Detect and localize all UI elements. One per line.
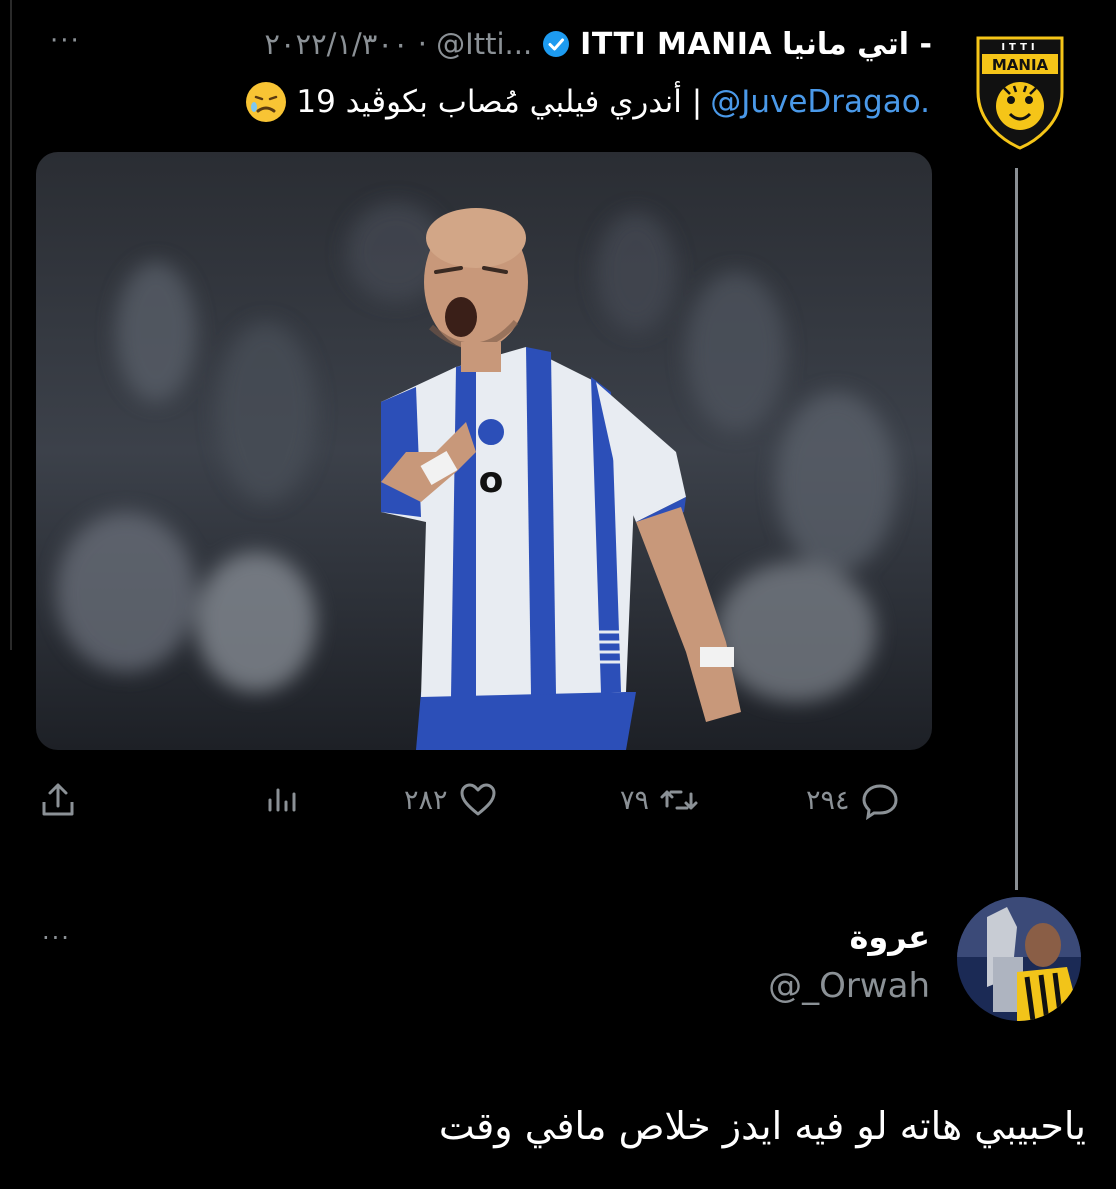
author-name-arabic[interactable]: اتي مانيا -: [782, 27, 932, 62]
like-count: ٢٨٢: [404, 784, 448, 816]
retweet-icon: [660, 790, 698, 810]
share-action[interactable]: [38, 778, 78, 822]
reply-count: ٢٩٤: [806, 784, 850, 816]
worried-face-emoji-icon: [246, 82, 287, 122]
itti-mania-avatar[interactable]: ITTI MANIA: [974, 32, 1066, 150]
reply-bubble-icon: [862, 784, 898, 820]
retweet-action[interactable]: ٧٩: [620, 778, 699, 822]
reply-author-name[interactable]: عروة: [849, 918, 930, 956]
reply-text: ياحبيبي هاته لو فيه ايدز خلاص مافي وقت: [438, 1104, 1086, 1148]
like-action[interactable]: ٢٨٢: [404, 778, 498, 822]
svg-text:o: o: [479, 460, 504, 501]
tweet-body-text: | أندري فيلبي مُصاب بكوڤيد 19: [296, 84, 703, 120]
views-action[interactable]: [264, 778, 304, 822]
orwah-avatar[interactable]: [957, 897, 1081, 1021]
reply-author-handle[interactable]: @_Orwah: [768, 966, 930, 1006]
heart-icon: [460, 783, 496, 816]
retweet-count: ٧٩: [620, 784, 650, 816]
tweet-text: | أندري فيلبي مُصاب بكوڤيد 19 @JuveDraga…: [80, 78, 930, 126]
author-name-english[interactable]: ITTI MANIA: [580, 27, 772, 62]
views-chart-icon: [268, 788, 296, 812]
screen-edge: [10, 0, 12, 650]
author-handle-date[interactable]: ٢٠٢٢/١/٣٠٠ · @Itti...: [264, 27, 532, 61]
share-upload-icon: [42, 783, 74, 816]
avatar-label-main: MANIA: [992, 56, 1049, 74]
reply-more-button[interactable]: ···: [42, 924, 71, 952]
tweet-header: اتي مانيا - ITTI MANIA ٢٠٢٢/١/٣٠٠ · @Itt…: [0, 22, 932, 66]
reply-action[interactable]: ٢٩٤: [806, 778, 900, 822]
thread-connector-line: [1015, 168, 1018, 890]
tweet-photo[interactable]: o: [36, 152, 932, 750]
avatar-label-top: ITTI: [1001, 42, 1038, 53]
verified-badge-icon: [543, 31, 570, 57]
tweet-mention-link[interactable]: @JuveDragao.: [710, 84, 930, 120]
